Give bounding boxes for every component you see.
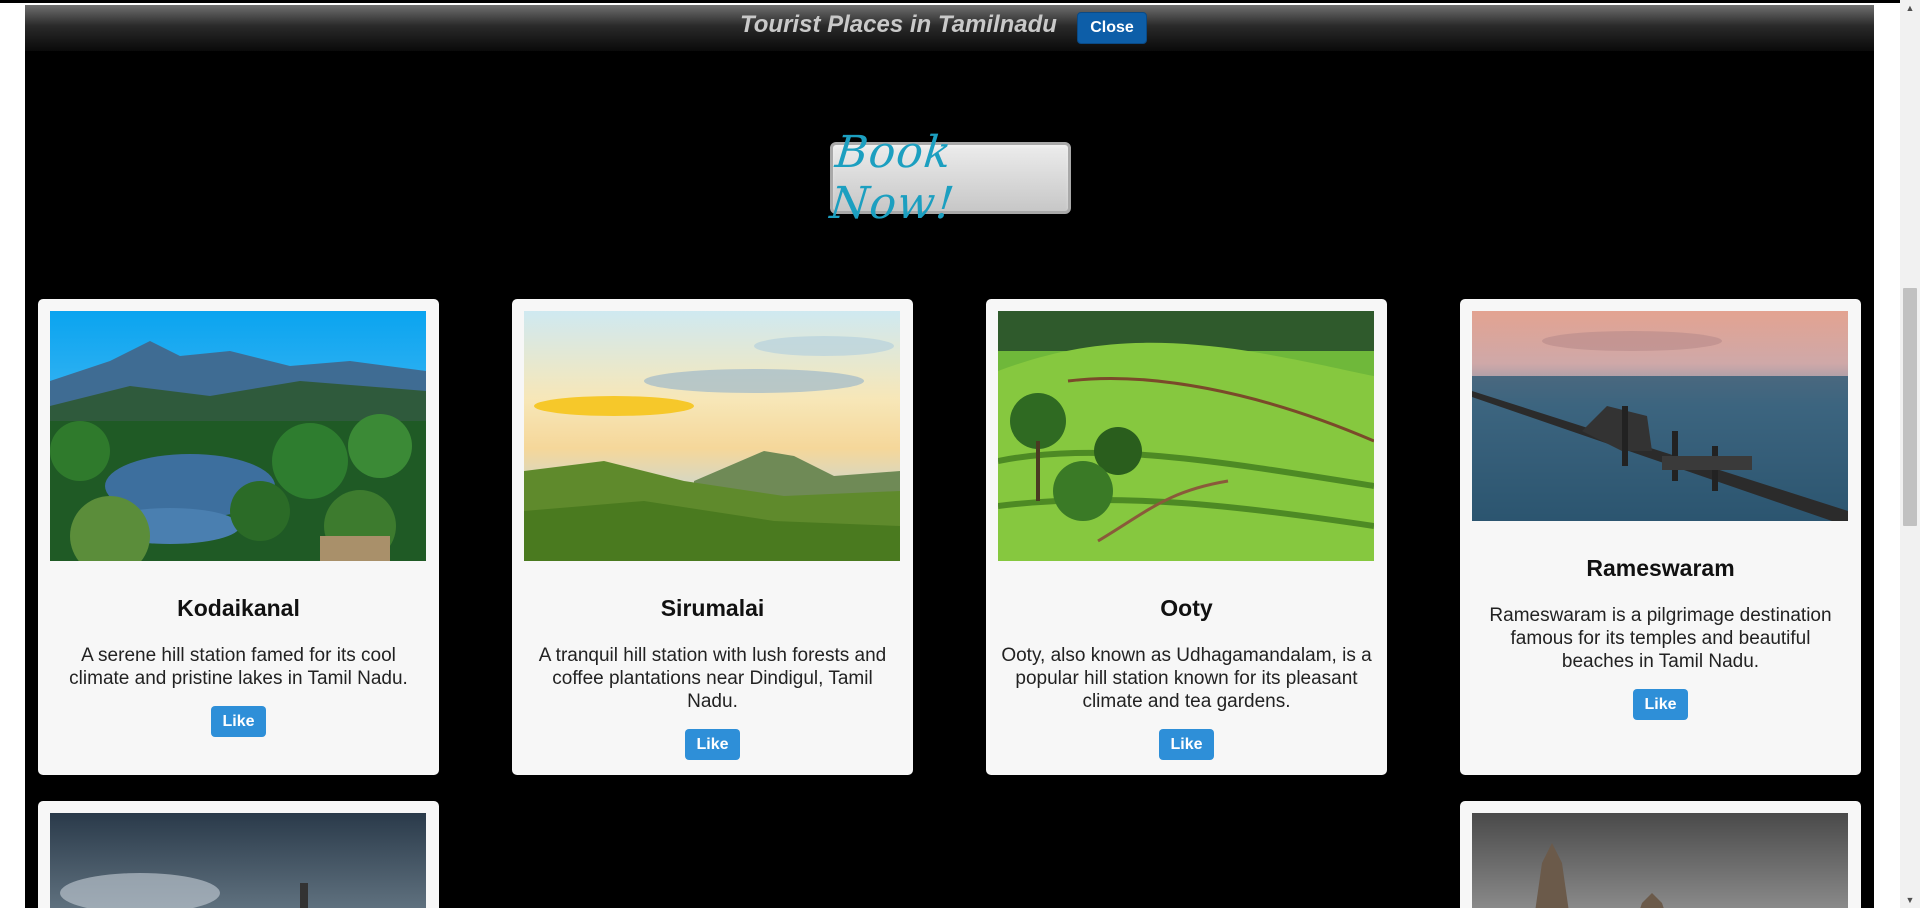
kodaikanal-image (50, 311, 426, 561)
book-now-label: Book Now! (827, 127, 958, 229)
place-card-ooty: Ooty Ooty, also known as Udhagamandalam,… (986, 299, 1387, 775)
page-container: Tourist Places in Tamilnadu Close Book N… (25, 5, 1874, 908)
card-description: Ooty, also known as Udhagamandalam, is a… (1001, 645, 1372, 712)
like-button[interactable]: Like (685, 729, 740, 760)
card-description: A serene hill station famed for its cool… (69, 645, 408, 689)
scrollbar-thumb[interactable] (1903, 288, 1917, 526)
like-button[interactable]: Like (1159, 729, 1214, 760)
place-card-kodaikanal: Kodaikanal A serene hill station famed f… (38, 299, 439, 775)
close-button[interactable]: Close (1077, 12, 1147, 44)
book-now-button[interactable]: Book Now! (828, 127, 1071, 229)
ooty-image (998, 311, 1374, 561)
scroll-up-arrow-icon[interactable]: ▲ (1900, 0, 1920, 16)
place-image (1472, 813, 1848, 908)
card-title: Rameswaram (1586, 555, 1735, 581)
header-bar: Tourist Places in Tamilnadu Close (25, 5, 1874, 51)
card-description: Rameswaram is a pilgrimage destination f… (1489, 605, 1832, 672)
like-button[interactable]: Like (211, 706, 266, 737)
vertical-scrollbar[interactable]: ▲ ▼ (1900, 0, 1920, 908)
rameswaram-image (1472, 311, 1848, 521)
page-title: Tourist Places in Tamilnadu (740, 11, 1057, 38)
browser-top-edge (0, 0, 1900, 3)
sirumalai-image (524, 311, 900, 561)
place-card-row2-left (38, 801, 439, 908)
card-title: Kodaikanal (177, 595, 300, 621)
scroll-down-arrow-icon[interactable]: ▼ (1900, 892, 1920, 908)
place-card-rameswaram: Rameswaram Rameswaram is a pilgrimage de… (1460, 299, 1861, 775)
card-title: Sirumalai (660, 595, 765, 621)
card-title: Ooty (1160, 595, 1213, 621)
place-card-sirumalai: Sirumalai A tranquil hill station with l… (512, 299, 913, 775)
card-description: A tranquil hill station with lush forest… (538, 645, 887, 712)
like-button[interactable]: Like (1633, 689, 1688, 720)
place-card-row2-right (1460, 801, 1861, 908)
place-image (50, 813, 426, 908)
